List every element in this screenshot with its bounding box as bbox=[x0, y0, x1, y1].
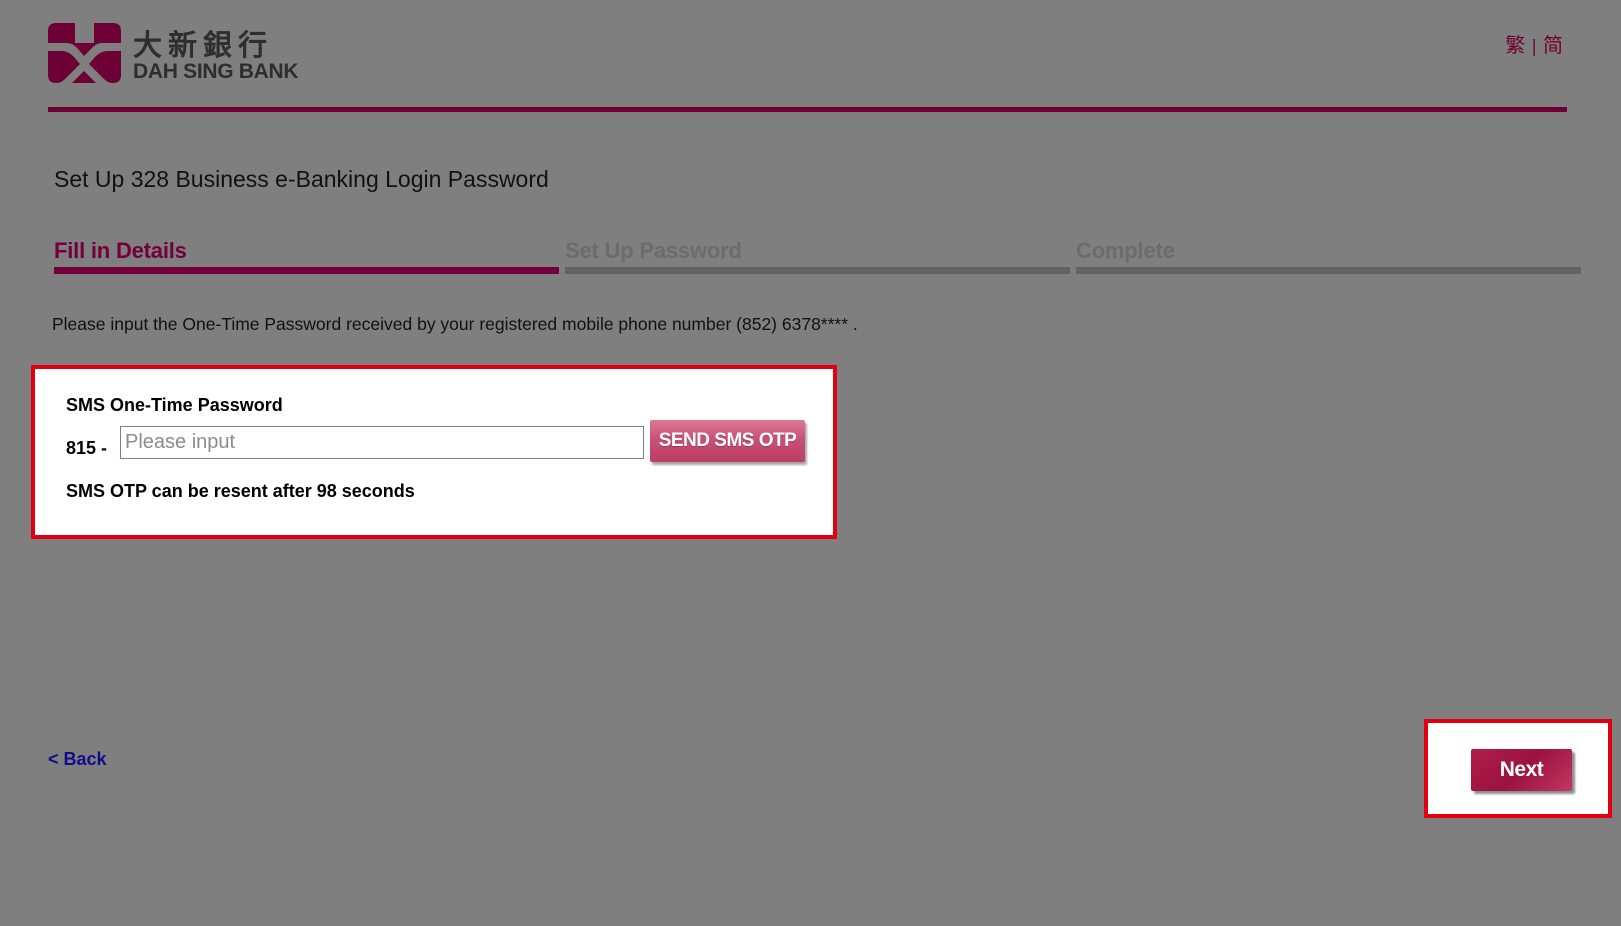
lang-simplified-link[interactable]: 简 bbox=[1543, 33, 1563, 57]
otp-prefix: 815 - bbox=[66, 438, 108, 458]
bank-name-english: DAH SING BANK bbox=[133, 60, 299, 83]
step-bar bbox=[565, 267, 1070, 274]
otp-instruction: Please input the One-Time Password recei… bbox=[52, 314, 858, 334]
step-bar bbox=[1076, 267, 1581, 274]
otp-resend-countdown: SMS OTP can be resent after 98 seconds bbox=[66, 481, 415, 501]
lang-separator: | bbox=[1531, 37, 1537, 57]
header-divider bbox=[48, 107, 1567, 112]
bank-logo: 大新銀行 DAH SING BANK bbox=[48, 22, 308, 88]
back-link[interactable]: < Back bbox=[48, 749, 107, 770]
page-title: Set Up 328 Business e-Banking Login Pass… bbox=[54, 166, 549, 192]
next-button-highlight: Next bbox=[1424, 719, 1612, 818]
bank-name-chinese: 大新銀行 bbox=[133, 28, 274, 62]
step-fill-in-details: Fill in Details bbox=[54, 238, 559, 274]
language-switcher: 繁 | 简 bbox=[1505, 29, 1563, 58]
bank-logo-icon bbox=[48, 23, 121, 83]
next-button[interactable]: Next bbox=[1471, 749, 1572, 791]
send-sms-otp-button[interactable]: SEND SMS OTP bbox=[650, 420, 805, 462]
lang-traditional-link[interactable]: 繁 bbox=[1505, 33, 1525, 57]
step-label: Complete bbox=[1076, 238, 1175, 263]
step-bar bbox=[54, 267, 559, 274]
progress-steps: Fill in Details Set Up Password Complete bbox=[54, 238, 1581, 274]
otp-title: SMS One-Time Password bbox=[66, 395, 283, 415]
step-set-up-password: Set Up Password bbox=[565, 238, 1070, 274]
step-label: Fill in Details bbox=[54, 238, 187, 263]
otp-input[interactable] bbox=[120, 426, 644, 459]
step-label: Set Up Password bbox=[565, 238, 742, 263]
otp-section: SMS One-Time Password 815 - SEND SMS OTP… bbox=[31, 365, 837, 539]
step-complete: Complete bbox=[1076, 238, 1581, 274]
